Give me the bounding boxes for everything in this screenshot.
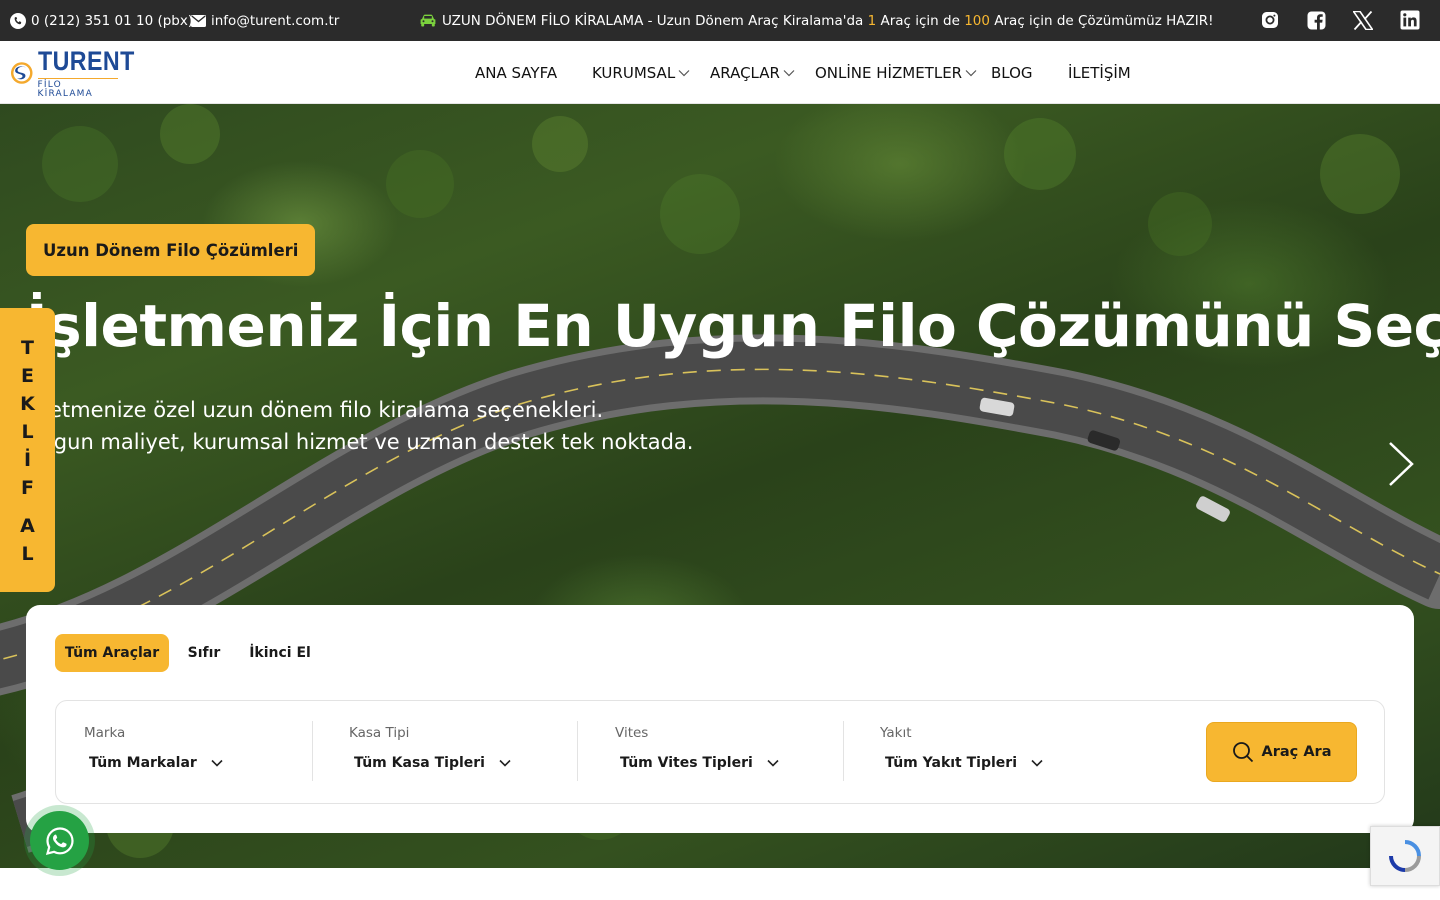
teklif-letter: L xyxy=(21,543,34,565)
instagram-icon[interactable] xyxy=(1258,8,1282,32)
nav-home[interactable]: ANA SAYFA xyxy=(475,41,557,104)
promo-suffix: Araç için de Çözümümüz HAZIR! xyxy=(989,12,1214,29)
hero-title: İşletmeniz İçin En Uygun Filo Çözümünü S… xyxy=(26,292,1440,360)
car-icon xyxy=(420,14,436,27)
search-vehicles-button[interactable]: Araç Ara xyxy=(1206,722,1357,782)
nav-label: KURUMSAL xyxy=(592,63,676,82)
nav-label: ARAÇLAR xyxy=(710,63,780,82)
recaptcha-badge[interactable] xyxy=(1370,826,1440,886)
phone-number: 0 (212) 351 01 10 (pbx) xyxy=(31,12,194,29)
tab-used[interactable]: İkinci El xyxy=(248,634,312,672)
divider xyxy=(577,721,578,781)
chevron-down-icon xyxy=(965,69,977,76)
nav-label: İLETİŞİM xyxy=(1068,63,1131,82)
nav-iletisim[interactable]: İLETİŞİM xyxy=(1068,41,1131,104)
email-address: info@turent.com.tr xyxy=(211,12,340,29)
nav-label: ANA SAYFA xyxy=(475,63,558,82)
whatsapp-icon xyxy=(45,826,74,855)
recaptcha-icon xyxy=(1389,840,1421,872)
hero-badge: Uzun Dönem Filo Çözümleri xyxy=(26,224,316,276)
chevron-down-icon xyxy=(211,759,223,767)
phone-icon xyxy=(10,12,26,29)
promo-prefix: UZUN DÖNEM FİLO KİRALAMA - Uzun Dönem Ar… xyxy=(442,12,868,29)
vites-select[interactable]: Tüm Vites Tipleri xyxy=(620,755,779,771)
chevron-down-icon xyxy=(678,69,690,76)
nav-blog[interactable]: BLOG xyxy=(991,41,1033,104)
nav-araclar[interactable]: ARAÇLAR xyxy=(710,41,795,104)
tab-new[interactable]: Sıfır xyxy=(176,634,232,672)
teklif-letter: T xyxy=(21,337,34,359)
promo-num2: 100 xyxy=(964,12,990,29)
hero-subtitle-line1: İşletmenize özel uzun dönem filo kiralam… xyxy=(26,398,604,422)
nav-kurumsal[interactable]: KURUMSAL xyxy=(592,41,690,104)
teklif-al-tab[interactable]: T E K L İ F A L xyxy=(0,308,55,592)
search-icon xyxy=(1232,742,1253,763)
promo-mid: Araç için de xyxy=(876,12,965,29)
chevron-right-icon[interactable] xyxy=(1384,439,1418,489)
chevron-down-icon xyxy=(499,759,511,767)
mail-icon xyxy=(191,14,206,27)
divider xyxy=(843,721,844,781)
marka-select[interactable]: Tüm Markalar xyxy=(89,755,223,771)
tab-all-vehicles[interactable]: Tüm Araçlar xyxy=(55,634,169,672)
promo-num1: 1 xyxy=(867,12,877,29)
filter-label: Marka xyxy=(84,725,126,741)
x-icon[interactable] xyxy=(1351,8,1375,32)
hero-subtitle-line2: Uygun maliyet, kurumsal hizmet ve uzman … xyxy=(26,430,694,454)
select-value: Tüm Kasa Tipleri xyxy=(354,755,485,771)
chevron-down-icon xyxy=(1031,759,1043,767)
linkedin-icon[interactable] xyxy=(1398,8,1422,32)
teklif-letter: K xyxy=(20,393,35,415)
nav-online-hizmetler[interactable]: ONLİNE HİZMETLER xyxy=(815,41,977,104)
search-button-label: Araç Ara xyxy=(1261,744,1332,760)
filter-label: Kasa Tipi xyxy=(349,725,410,741)
teklif-letter: E xyxy=(21,365,34,387)
hero-subtitle: İşletmenize özel uzun dönem filo kiralam… xyxy=(26,394,693,458)
whatsapp-button[interactable] xyxy=(30,811,89,870)
divider xyxy=(312,721,313,781)
email-link[interactable]: info@turent.com.tr xyxy=(191,0,339,41)
nav-label: ONLİNE HİZMETLER xyxy=(815,63,963,82)
filter-label: Yakıt xyxy=(880,725,912,741)
promo-text: UZUN DÖNEM FİLO KİRALAMA - Uzun Dönem Ar… xyxy=(419,0,1214,41)
facebook-icon[interactable] xyxy=(1304,8,1328,32)
logo-wordmark: TURENT xyxy=(37,45,135,76)
site-header: TURENT FİLO KİRALAMA ANA SAYFA KURUMSAL … xyxy=(0,41,1440,104)
teklif-letter: L xyxy=(21,421,34,443)
select-value: Tüm Markalar xyxy=(89,755,197,771)
chevron-down-icon xyxy=(783,69,795,76)
site-logo[interactable]: TURENT FİLO KİRALAMA xyxy=(10,47,150,99)
teklif-letter: F xyxy=(21,477,34,499)
search-filters: Marka Tüm Markalar Kasa Tipi Tüm Kasa Ti… xyxy=(55,700,1385,804)
phone-link[interactable]: 0 (212) 351 01 10 (pbx) xyxy=(10,0,193,41)
teklif-letter: İ xyxy=(23,449,32,471)
turent-logo-icon xyxy=(10,62,33,84)
top-bar: 0 (212) 351 01 10 (pbx) info@turent.com.… xyxy=(0,0,1440,41)
kasa-tipi-select[interactable]: Tüm Kasa Tipleri xyxy=(354,755,511,771)
select-value: Tüm Yakıt Tipleri xyxy=(885,755,1017,771)
nav-label: BLOG xyxy=(991,63,1033,82)
yakit-select[interactable]: Tüm Yakıt Tipleri xyxy=(885,755,1043,771)
logo-tagline: FİLO KİRALAMA xyxy=(37,77,118,99)
select-value: Tüm Vites Tipleri xyxy=(620,755,753,771)
teklif-letter: A xyxy=(20,515,35,537)
chevron-down-icon xyxy=(767,759,779,767)
filter-label: Vites xyxy=(615,725,649,741)
vehicle-search-card: Tüm Araçlar Sıfır İkinci El Marka Tüm Ma… xyxy=(26,605,1414,833)
